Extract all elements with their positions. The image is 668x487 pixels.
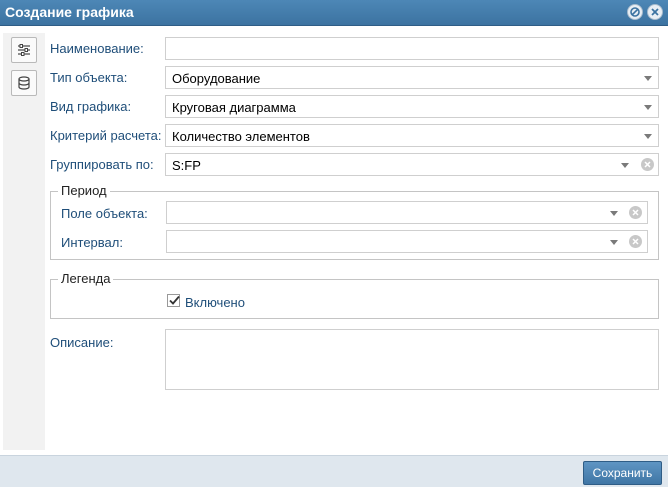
criterion-label: Критерий расчета:: [50, 128, 162, 143]
legend-enabled-label[interactable]: Включено: [185, 295, 245, 310]
save-button[interactable]: Сохранить: [583, 461, 662, 485]
group-by-label: Группировать по:: [50, 157, 154, 172]
object-type-value: Оборудование: [172, 71, 261, 86]
criterion-select[interactable]: Количество элементов: [165, 124, 659, 147]
settings-tab-button[interactable]: [11, 37, 37, 63]
name-label: Наименование:: [50, 41, 144, 56]
side-toolbar: [3, 33, 45, 450]
clear-icon[interactable]: [629, 206, 642, 219]
period-title: Период: [58, 183, 110, 198]
group-by-value: S:FP: [172, 158, 201, 173]
interval-select[interactable]: [166, 230, 648, 253]
object-field-label: Поле объекта:: [61, 206, 148, 221]
legend-fieldset: [50, 279, 659, 319]
chart-create-dialog: Создание графика Наименование: Тип объек…: [0, 0, 668, 487]
clear-icon[interactable]: [629, 235, 642, 248]
chart-type-label: Вид графика:: [50, 99, 132, 114]
close-icon[interactable]: [647, 4, 663, 20]
dialog-footer: Сохранить: [0, 455, 668, 487]
name-input[interactable]: [165, 37, 659, 60]
chevron-down-icon[interactable]: [610, 211, 618, 216]
collapse-icon[interactable]: [627, 4, 643, 20]
description-textarea[interactable]: [165, 329, 659, 390]
clear-icon[interactable]: [641, 158, 654, 171]
object-type-label: Тип объекта:: [50, 70, 128, 85]
chevron-down-icon[interactable]: [621, 163, 629, 168]
legend-title: Легенда: [58, 271, 114, 286]
object-type-select[interactable]: Оборудование: [165, 66, 659, 89]
interval-label: Интервал:: [61, 235, 123, 250]
group-by-select[interactable]: S:FP: [165, 153, 659, 176]
chevron-down-icon[interactable]: [610, 240, 618, 245]
chart-type-value: Круговая диаграмма: [172, 100, 296, 115]
chevron-down-icon[interactable]: [644, 105, 652, 110]
chevron-down-icon[interactable]: [644, 134, 652, 139]
data-tab-button[interactable]: [11, 70, 37, 96]
dialog-title: Создание графика: [5, 4, 134, 20]
chevron-down-icon[interactable]: [644, 76, 652, 81]
description-label: Описание:: [50, 335, 114, 350]
criterion-value: Количество элементов: [172, 129, 310, 144]
title-bar[interactable]: Создание графика: [0, 0, 668, 26]
legend-enabled-checkbox[interactable]: [167, 294, 180, 307]
object-field-select[interactable]: [166, 201, 648, 224]
chart-type-select[interactable]: Круговая диаграмма: [165, 95, 659, 118]
